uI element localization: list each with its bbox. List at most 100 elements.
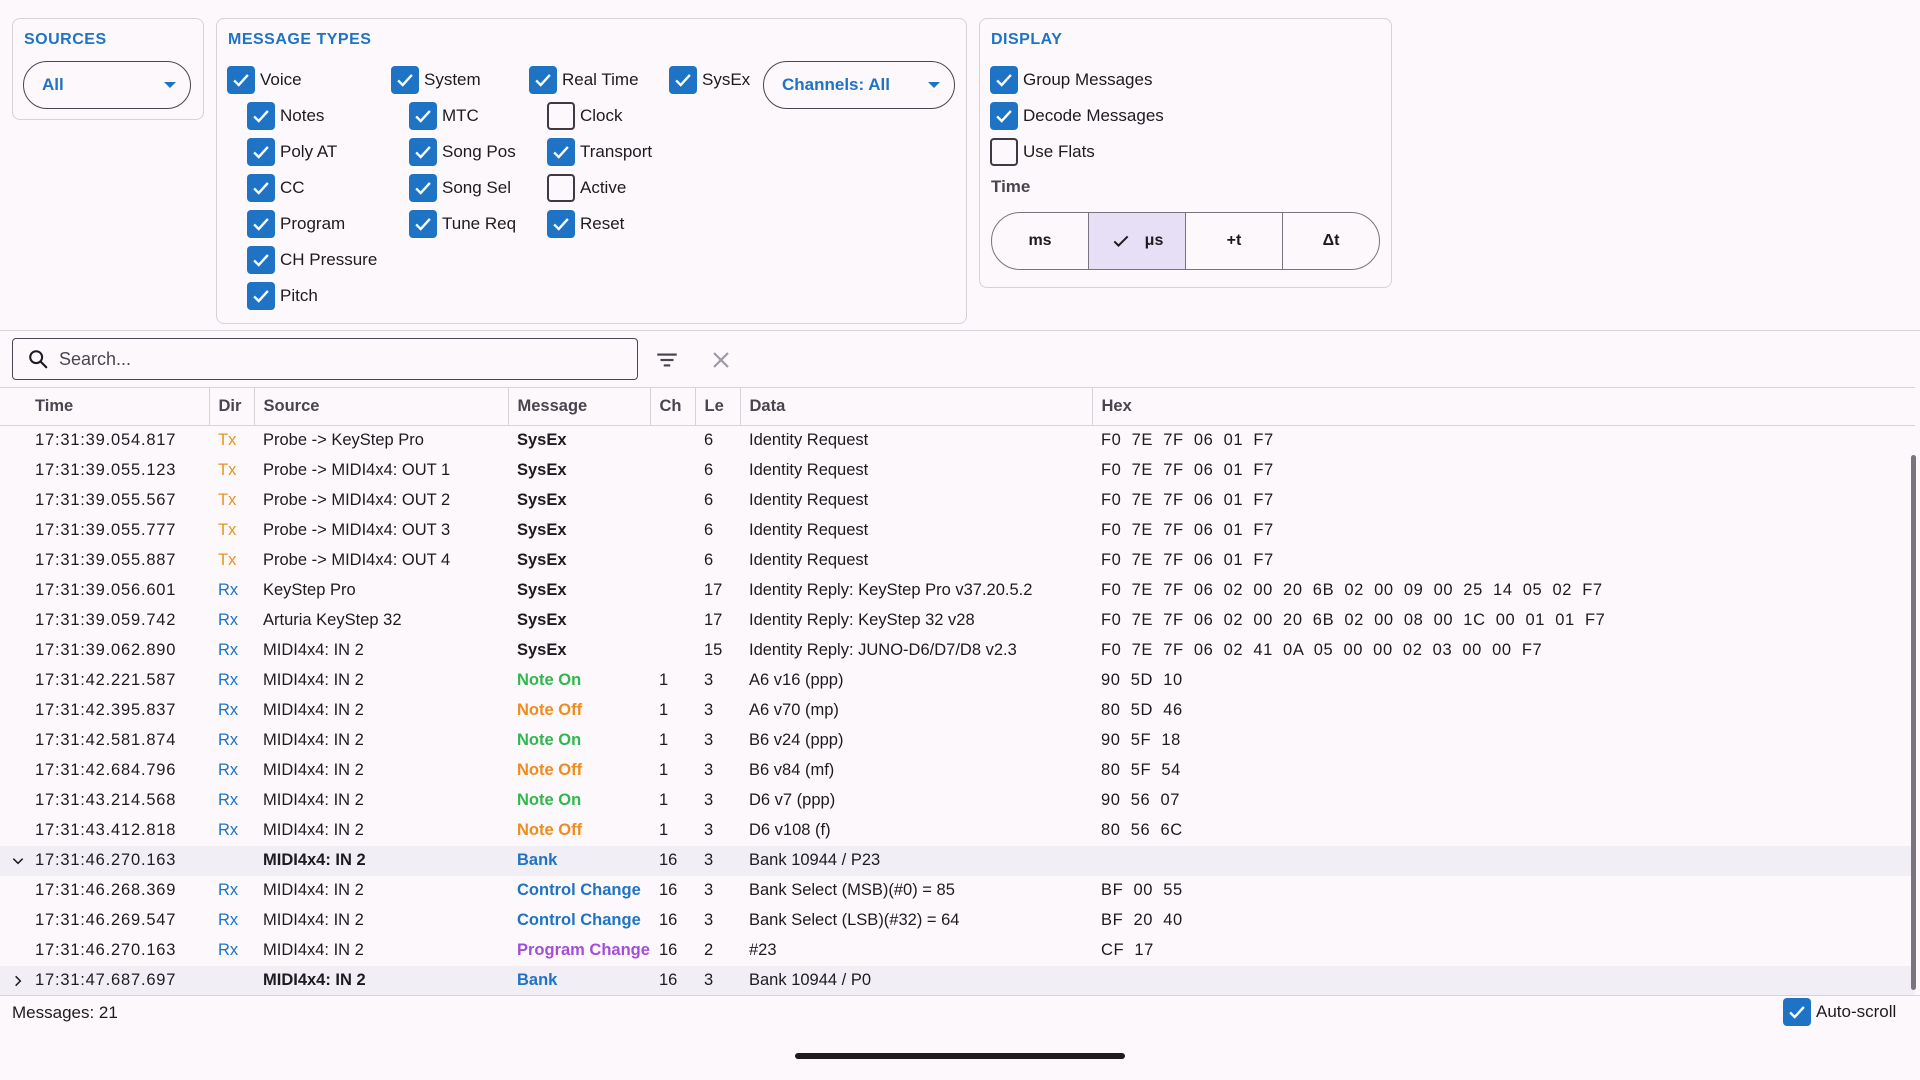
checkbox-reset[interactable]: Reset bbox=[547, 209, 624, 239]
table-row[interactable]: 17:31:39.062.890 Rx MIDI4x4: IN 2 SysEx 15 Id… bbox=[0, 636, 1915, 666]
cell-dir: Tx bbox=[218, 521, 237, 539]
column-header-time[interactable]: Time bbox=[0, 387, 210, 426]
cell-time: 17:31:39.055.123 bbox=[0, 456, 209, 486]
search-input[interactable] bbox=[59, 348, 619, 370]
checkbox-label: Decode Messages bbox=[1023, 106, 1164, 125]
time-option-us[interactable]: μs bbox=[1089, 213, 1186, 269]
checkbox-label: CC bbox=[280, 178, 305, 197]
time-option-label: μs bbox=[1144, 232, 1164, 249]
cell-dir: Rx bbox=[218, 821, 239, 839]
time-value: 17:31:39.055.567 bbox=[35, 491, 177, 509]
cell-data: Identity Reply: KeyStep Pro v37.20.5.2 bbox=[749, 581, 1033, 599]
table-row[interactable]: 17:31:39.055.777 Tx Probe -> MIDI4x4: OUT … bbox=[0, 516, 1915, 546]
scrollbar[interactable] bbox=[1911, 455, 1916, 990]
cell-message: Bank bbox=[508, 965, 650, 996]
checkbox-checked-icon bbox=[409, 174, 437, 202]
checkbox-mtc[interactable]: MTC bbox=[409, 101, 479, 131]
checkbox-ch-pressure[interactable]: CH Pressure bbox=[247, 245, 377, 275]
cell-length: 3 bbox=[704, 671, 714, 689]
column-header-hex[interactable]: Hex bbox=[1092, 387, 1915, 426]
cell-dir: Rx bbox=[218, 731, 239, 749]
checkbox-voice[interactable]: Voice bbox=[227, 65, 302, 95]
cell-message: Note On bbox=[517, 791, 582, 809]
checkbox-cc[interactable]: CC bbox=[247, 173, 305, 203]
checkbox-group-messages[interactable]: Group Messages bbox=[990, 65, 1152, 95]
clear-icon[interactable] bbox=[707, 346, 735, 374]
cell-dir: Rx bbox=[218, 641, 239, 659]
cell-data: Identity Request bbox=[749, 521, 869, 539]
checkbox-real-time[interactable]: Real Time bbox=[529, 65, 639, 95]
cell-length: 3 bbox=[695, 965, 740, 996]
checkbox-use-flats[interactable]: Use Flats bbox=[990, 137, 1095, 167]
checkbox-unchecked-icon bbox=[547, 174, 575, 202]
column-header-data[interactable]: Data bbox=[740, 387, 1093, 426]
cell-channel: 16 bbox=[650, 965, 695, 996]
cell-message: SysEx bbox=[517, 551, 567, 569]
checkbox-tune-req[interactable]: Tune Req bbox=[409, 209, 516, 239]
table-row[interactable]: 17:31:39.059.742 Rx Arturia KeyStep 32 SysE… bbox=[0, 606, 1915, 636]
checkbox-pitch[interactable]: Pitch bbox=[247, 281, 318, 311]
checkbox-poly-at[interactable]: Poly AT bbox=[247, 137, 337, 167]
cell-time: 17:31:47.687.697 bbox=[0, 965, 209, 996]
checkbox-notes[interactable]: Notes bbox=[247, 101, 324, 131]
column-header-source[interactable]: Source bbox=[254, 387, 509, 426]
checkbox-label: Poly AT bbox=[280, 142, 338, 161]
cell-data: A6 v70 (mp) bbox=[749, 701, 839, 719]
checkbox-decode-messages[interactable]: Decode Messages bbox=[990, 101, 1164, 131]
table-row[interactable]: 17:31:39.055.123 Tx Probe -> MIDI4x4: OUT … bbox=[0, 456, 1915, 486]
table-row[interactable]: 17:31:39.054.817 Tx Probe -> KeyStep Pro Sy… bbox=[0, 426, 1915, 456]
checkbox-system[interactable]: System bbox=[391, 65, 481, 95]
column-header-ch[interactable]: Ch bbox=[650, 387, 696, 426]
checkbox-transport[interactable]: Transport bbox=[547, 137, 652, 167]
table-row[interactable]: 17:31:39.055.567 Tx Probe -> MIDI4x4: OUT … bbox=[0, 486, 1915, 516]
checkbox-checked-icon bbox=[409, 138, 437, 166]
cell-data: Bank 10944 / P0 bbox=[740, 965, 1092, 996]
cell-message: Control Change bbox=[517, 881, 641, 899]
column-header-message[interactable]: Message bbox=[508, 387, 651, 426]
table-row[interactable]: 17:31:42.395.837 Rx MIDI4x4: IN 2 Note Off 1… bbox=[0, 696, 1915, 726]
group-row[interactable]: 17:31:47.687.697 MIDI4x4: IN 2 Bank 16 3 Bank… bbox=[0, 965, 1915, 996]
table-row[interactable]: 17:31:42.684.796 Rx MIDI4x4: IN 2 Note Off 1… bbox=[0, 756, 1915, 786]
time-value: 17:31:42.221.587 bbox=[35, 671, 177, 689]
time-option-plus-t[interactable]: +t bbox=[1186, 213, 1283, 269]
cell-data: #23 bbox=[749, 941, 777, 959]
checkbox-sysex[interactable]: SysEx bbox=[669, 65, 750, 95]
time-value: 17:31:39.062.890 bbox=[35, 641, 177, 659]
group-row[interactable]: 17:31:46.270.163 MIDI4x4: IN 2 Bank 16 3 Bank… bbox=[0, 845, 1915, 876]
checkbox-song-pos[interactable]: Song Pos bbox=[409, 137, 516, 167]
cell-dir: Rx bbox=[218, 881, 239, 899]
sources-dropdown[interactable]: All bbox=[23, 61, 191, 109]
checkbox-label: Tune Req bbox=[442, 214, 517, 233]
table-row[interactable]: 17:31:39.055.887 Tx Probe -> MIDI4x4: OUT … bbox=[0, 546, 1915, 576]
channels-dropdown[interactable]: Channels: All bbox=[763, 61, 955, 109]
column-header-dir[interactable]: Dir bbox=[209, 387, 255, 426]
table-row[interactable]: 17:31:39.056.601 Rx KeyStep Pro SysEx 17 Iden… bbox=[0, 576, 1915, 606]
time-option-ms[interactable]: ms bbox=[992, 213, 1089, 269]
checkbox-song-sel[interactable]: Song Sel bbox=[409, 173, 511, 203]
checkbox-clock[interactable]: Clock bbox=[547, 101, 623, 131]
chevron-down-icon[interactable] bbox=[0, 854, 35, 868]
cell-hex: 80 56 6C bbox=[1101, 821, 1183, 839]
checkbox-program[interactable]: Program bbox=[247, 209, 345, 239]
checkbox-checked-icon bbox=[547, 138, 575, 166]
time-option-delta-t[interactable]: Δt bbox=[1283, 213, 1379, 269]
autoscroll-checkbox[interactable]: Auto-scroll bbox=[1783, 998, 1896, 1026]
table-row[interactable]: 17:31:42.581.874 Rx MIDI4x4: IN 2 Note On 1 3… bbox=[0, 726, 1915, 756]
table-row[interactable]: 17:31:46.268.369 Rx MIDI4x4: IN 2 Control C… bbox=[0, 876, 1915, 906]
chevron-right-icon[interactable] bbox=[0, 974, 35, 988]
column-header-le[interactable]: Le bbox=[695, 387, 741, 426]
filter-icon[interactable] bbox=[653, 346, 681, 374]
table-row[interactable]: 17:31:46.269.547 Rx MIDI4x4: IN 2 Control C… bbox=[0, 906, 1915, 936]
cell-source: Probe -> MIDI4x4: OUT 4 bbox=[263, 551, 451, 569]
cell-hex: F0 7E 7F 06 01 F7 bbox=[1101, 431, 1274, 450]
table-row[interactable]: 17:31:43.412.818 Rx MIDI4x4: IN 2 Note Off 1… bbox=[0, 816, 1915, 846]
time-value: 17:31:39.055.777 bbox=[35, 521, 177, 539]
table-row[interactable]: 17:31:43.214.568 Rx MIDI4x4: IN 2 Note On 1 3… bbox=[0, 786, 1915, 816]
checkbox-unchecked-icon bbox=[990, 138, 1018, 166]
checkbox-active[interactable]: Active bbox=[547, 173, 626, 203]
table-row[interactable]: 17:31:42.221.587 Rx MIDI4x4: IN 2 Note On 1 3… bbox=[0, 666, 1915, 696]
time-option-label: +t bbox=[1226, 232, 1242, 249]
cell-length: 3 bbox=[704, 761, 714, 779]
table-row[interactable]: 17:31:46.270.163 Rx MIDI4x4: IN 2 Program C… bbox=[0, 936, 1915, 966]
cell-length: 6 bbox=[704, 431, 714, 450]
